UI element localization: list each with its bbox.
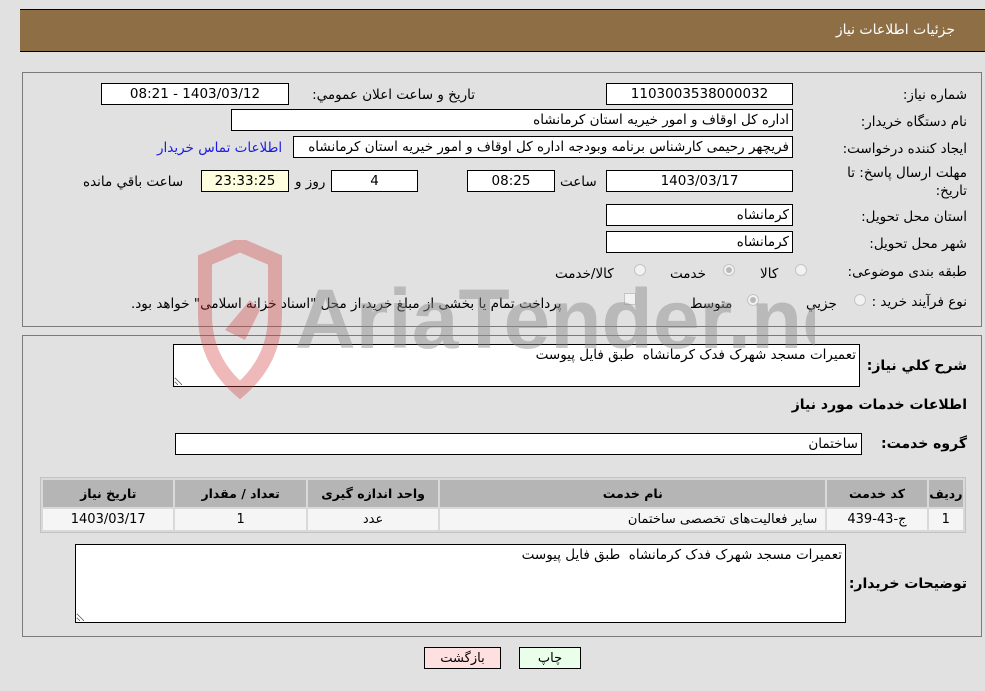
- process-minor-radio[interactable]: [854, 294, 866, 306]
- buyer-org-field[interactable]: اداره کل اوقاف و امور خیریه استان کرمانش…: [231, 109, 793, 131]
- cell-need-date: 1403/03/17: [43, 509, 174, 530]
- days-remaining-field[interactable]: 4: [331, 170, 418, 192]
- payment-note: پرداخت تمام یا بخشی از مبلغ خرید،از محل …: [131, 296, 562, 312]
- deadline-time-label: ساعت: [560, 174, 597, 190]
- summary-textarea[interactable]: تعمیرات مسجد شهرک فدک کرمانشاه طبق فایل …: [173, 344, 860, 387]
- col-service-code: کد خدمت: [827, 480, 927, 507]
- city-field[interactable]: کرمانشاه: [606, 231, 793, 253]
- remaining-time-field: 23:33:25: [201, 170, 289, 192]
- announce-datetime-field[interactable]: 1403/03/12 - 08:21: [101, 83, 289, 105]
- service-group-label: گروه خدمت:: [881, 436, 967, 452]
- category-label: طبقه بندی موضوعی:: [847, 264, 967, 280]
- category-goods-radio[interactable]: [795, 264, 807, 276]
- deadline-label: مهلت ارسال پاسخ: تا تاریخ:: [847, 165, 967, 199]
- summary-label: شرح كلي نياز:: [866, 358, 967, 374]
- category-service-radio[interactable]: [723, 264, 735, 276]
- services-table: ردیف کد خدمت نام خدمت واحد اندازه گیری ت…: [40, 477, 966, 533]
- service-group-field[interactable]: ساختمان: [175, 433, 862, 455]
- province-label: استان محل تحویل:: [861, 209, 967, 225]
- process-medium-label: متوسط: [690, 296, 733, 312]
- table-row: 1 ج-43-439 سایر فعالیت‌های تخصصی ساختمان…: [43, 509, 963, 530]
- print-button[interactable]: چاپ: [519, 647, 581, 669]
- buyer-notes-label: توضیحات خریدار:: [848, 576, 967, 592]
- back-button[interactable]: بازگشت: [424, 647, 501, 669]
- col-quantity: تعداد / مقدار: [175, 480, 306, 507]
- page-header: جزئیات اطلاعات نیاز: [20, 9, 985, 52]
- buyer-notes-textarea[interactable]: تعمیرات مسجد شهرک فدک کرمانشاه طبق فایل …: [75, 544, 846, 623]
- services-table-header: ردیف کد خدمت نام خدمت واحد اندازه گیری ت…: [43, 480, 963, 507]
- page-title: جزئیات اطلاعات نیاز: [835, 22, 955, 38]
- deadline-date-field[interactable]: 1403/03/17: [606, 170, 793, 192]
- services-section-title: اطلاعات خدمات مورد نیاز: [791, 397, 967, 413]
- col-unit: واحد اندازه گیری: [307, 480, 439, 507]
- buyer-org-label: نام دستگاه خریدار:: [860, 114, 967, 130]
- col-row: ردیف: [928, 480, 963, 507]
- category-goods-service-label: کالا/خدمت: [555, 266, 614, 282]
- cell-service-code: ج-43-439: [827, 509, 927, 530]
- category-goods-service-radio[interactable]: [634, 264, 646, 276]
- deadline-time-field[interactable]: 08:25: [467, 170, 555, 192]
- creator-field[interactable]: فریچهر رحیمی کارشناس برنامه وبودجه اداره…: [293, 136, 793, 158]
- category-service-label: خدمت: [670, 266, 706, 282]
- process-label: نوع فرآیند خرید :: [871, 294, 967, 310]
- treasury-payment-checkbox[interactable]: [624, 293, 636, 305]
- need-number-field[interactable]: 1103003538000032: [606, 83, 793, 105]
- category-goods-label: کالا: [760, 266, 779, 282]
- buyer-contact-link[interactable]: اطلاعات تماس خریدار: [157, 140, 282, 156]
- col-need-date: تاریخ نیاز: [43, 480, 174, 507]
- need-number-label: شماره نیاز:: [902, 87, 967, 103]
- cell-service-name: سایر فعالیت‌های تخصصی ساختمان: [440, 509, 826, 530]
- announce-label: تاریخ و ساعت اعلان عمومي:: [312, 87, 475, 103]
- city-label: شهر محل تحویل:: [869, 236, 967, 252]
- process-medium-radio[interactable]: [747, 294, 759, 306]
- province-field[interactable]: کرمانشاه: [606, 204, 793, 226]
- cell-row: 1: [928, 509, 963, 530]
- remaining-label: ساعت باقي مانده: [83, 174, 184, 190]
- col-service-name: نام خدمت: [440, 480, 826, 507]
- creator-label: ایجاد کننده درخواست:: [842, 141, 967, 157]
- process-minor-label: جزیي: [806, 296, 837, 312]
- cell-unit: عدد: [307, 509, 439, 530]
- cell-quantity: 1: [175, 509, 306, 530]
- days-label: روز و: [295, 174, 326, 190]
